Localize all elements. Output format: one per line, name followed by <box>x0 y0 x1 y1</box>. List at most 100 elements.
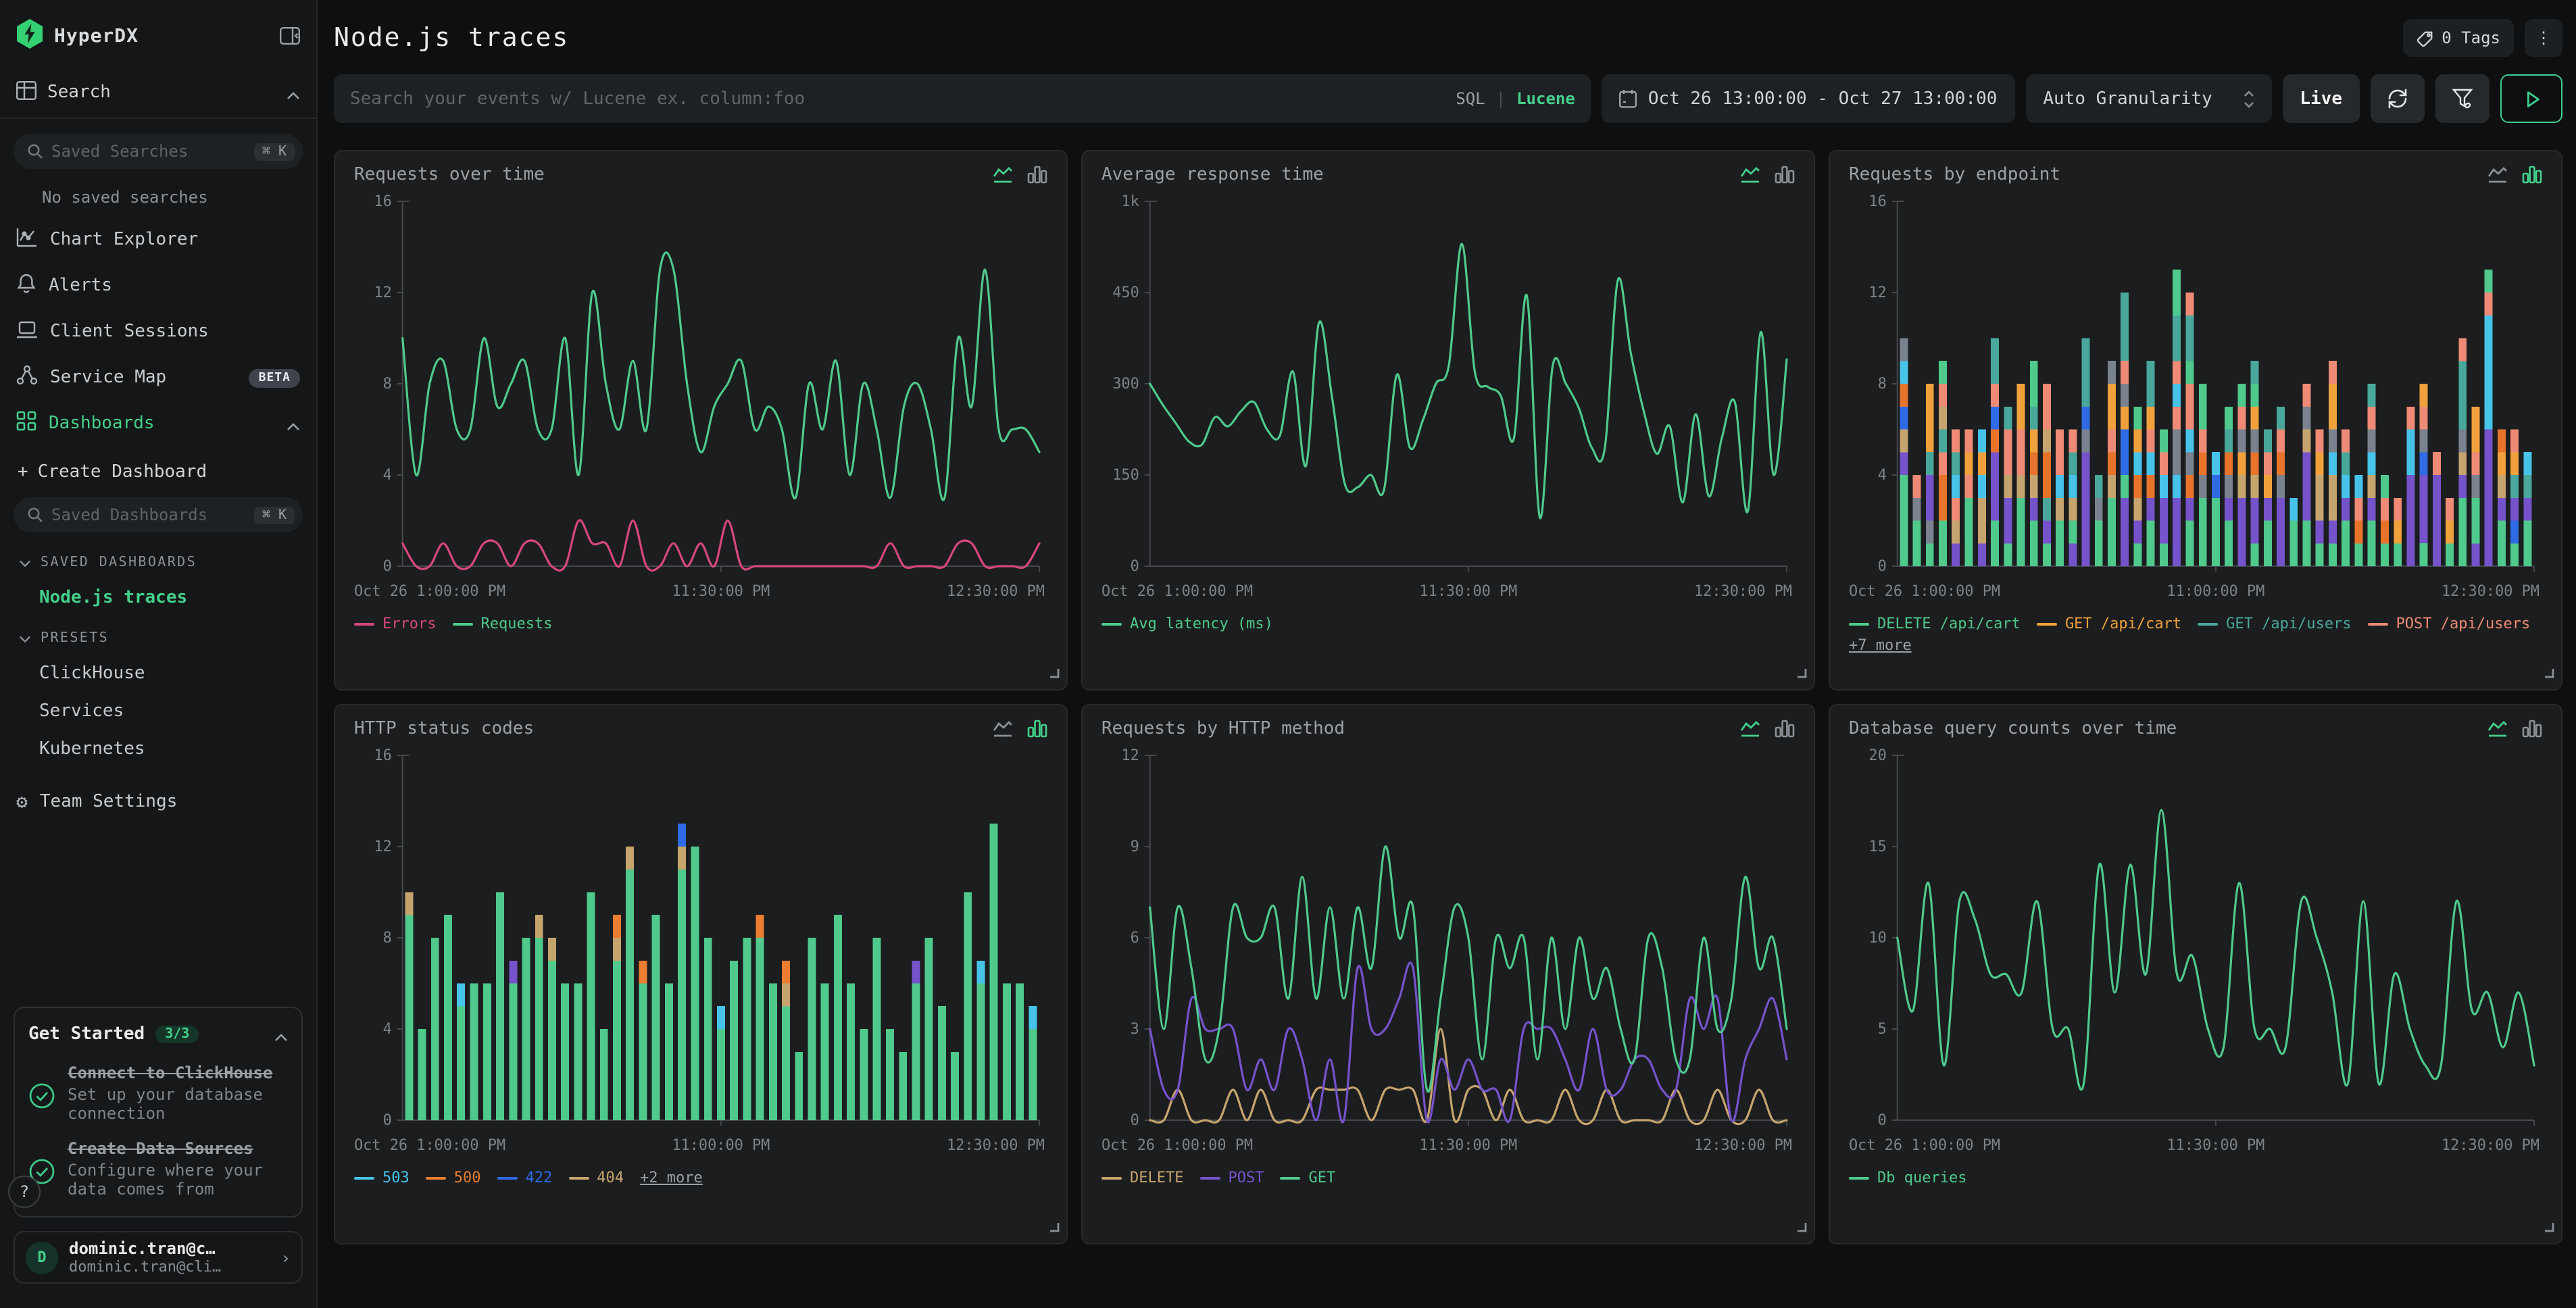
sidebar-item-search[interactable]: Search <box>0 78 316 105</box>
line-view-icon[interactable] <box>992 165 1014 184</box>
line-view-icon[interactable] <box>1739 165 1761 184</box>
preset-link-services[interactable]: Services <box>0 701 316 722</box>
sidebar-item-label: Service Map <box>50 368 237 388</box>
legend-item[interactable]: DELETE /api/cart <box>1849 615 2021 632</box>
sidebar-item-chart-explorer[interactable]: Chart Explorer <box>0 227 316 253</box>
chart-view-toggles <box>992 719 1047 738</box>
legend-item[interactable]: GET <box>1281 1169 1336 1186</box>
line-view-icon[interactable] <box>992 719 1014 738</box>
legend-item[interactable]: POST <box>1200 1169 1264 1186</box>
legend-item[interactable]: Db queries <box>1849 1169 1966 1186</box>
resize-handle[interactable] <box>2544 658 2554 684</box>
preset-link-clickhouse[interactable]: ClickHouse <box>0 663 316 684</box>
no-saved-searches-text: No saved searches <box>42 188 316 207</box>
bar-view-icon[interactable] <box>2522 719 2542 738</box>
chevron-up-icon[interactable] <box>274 1022 288 1047</box>
legend-item[interactable]: 503 <box>354 1169 410 1186</box>
svg-text:12: 12 <box>1121 747 1139 764</box>
legend-item[interactable]: Requests <box>453 615 553 632</box>
line-view-icon[interactable] <box>1739 719 1761 738</box>
get-started-task[interactable]: Create Data Sources Configure where your… <box>28 1140 288 1200</box>
bar-view-icon[interactable] <box>1027 165 1047 184</box>
date-range-picker[interactable]: Oct 26 13:00:00 - Oct 27 13:00:00 <box>1602 74 2015 123</box>
legend-swatch <box>568 1176 589 1179</box>
legend-item[interactable]: 422 <box>497 1169 553 1186</box>
svg-text:11:00:00 PM: 11:00:00 PM <box>2166 583 2264 600</box>
help-button[interactable]: ? <box>8 1176 41 1208</box>
saved-dashboards-section-toggle[interactable]: SAVED DASHBOARDS <box>0 555 316 570</box>
chart-plot: 0481216Oct 26 1:00:00 PM11:30:00 PM12:30… <box>354 191 1047 612</box>
lucene-mode-toggle[interactable]: Lucene <box>1516 89 1575 108</box>
legend-item[interactable]: DELETE <box>1101 1169 1184 1186</box>
bar-view-icon[interactable] <box>1775 165 1795 184</box>
live-button[interactable]: Live <box>2282 74 2360 123</box>
user-name: dominic.tran@c… <box>69 1239 221 1258</box>
svg-text:0: 0 <box>383 558 392 575</box>
legend-item[interactable]: Avg latency (ms) <box>1101 615 1273 632</box>
preset-link-kubernetes[interactable]: Kubernetes <box>0 739 316 759</box>
chart-plot: 05101520Oct 26 1:00:00 PM11:30:00 PM12:3… <box>1849 745 2542 1166</box>
line-view-icon[interactable] <box>2487 719 2508 738</box>
presets-section-toggle[interactable]: PRESETS <box>0 631 316 646</box>
user-menu[interactable]: D dominic.tran@c… dominic.tran@cli… › <box>14 1231 303 1284</box>
sidebar-item-label: Alerts <box>49 276 300 296</box>
sidebar-item-team-settings[interactable]: ⚙ Team Settings <box>0 792 316 812</box>
chart-plot: 0481216Oct 26 1:00:00 PM11:00:00 PM12:30… <box>1849 191 2542 612</box>
chevron-up-icon[interactable] <box>287 411 300 436</box>
filter-button[interactable] <box>2435 74 2490 123</box>
svg-text:Oct 26 1:00:00 PM: Oct 26 1:00:00 PM <box>354 1137 505 1154</box>
chevron-up-icon[interactable] <box>287 79 300 105</box>
granularity-select[interactable]: Auto Granularity <box>2025 74 2271 123</box>
check-circle-icon <box>28 1082 55 1109</box>
svg-text:0: 0 <box>1131 558 1139 575</box>
chart-legend: DELETE /api/cart GET /api/cart GET /api/us… <box>1849 615 2542 654</box>
legend-item[interactable]: GET /api/users <box>2198 615 2351 632</box>
get-started-title: Get Started <box>28 1024 145 1045</box>
sql-mode-toggle[interactable]: SQL <box>1456 89 1485 108</box>
sidebar-item-service-map[interactable]: Service Map BETA <box>0 365 316 391</box>
legend-item[interactable]: 500 <box>426 1169 481 1186</box>
svg-text:11:30:00 PM: 11:30:00 PM <box>1419 583 1517 600</box>
main-content: Node.js traces 0 Tags ⋮ Search your even… <box>318 0 2576 1308</box>
get-started-progress-badge: 3/3 <box>155 1026 199 1043</box>
legend-more-link[interactable]: +7 more <box>1849 636 1912 654</box>
line-view-icon[interactable] <box>2487 165 2508 184</box>
resize-handle[interactable] <box>1796 1212 1807 1238</box>
run-query-button[interactable] <box>2500 74 2562 123</box>
sidebar-item-alerts[interactable]: Alerts <box>0 273 316 299</box>
dashboard-link-nodejs-traces[interactable]: Node.js traces <box>0 588 316 608</box>
chevron-down-icon <box>19 634 31 643</box>
sidebar-item-dashboards[interactable]: Dashboards <box>0 411 316 436</box>
legend-item[interactable]: 404 <box>568 1169 624 1186</box>
legend-item[interactable]: Errors <box>354 615 437 632</box>
tags-button[interactable]: 0 Tags <box>2402 19 2514 57</box>
legend-item[interactable]: GET /api/cart <box>2037 615 2181 632</box>
sidebar-item-client-sessions[interactable]: Client Sessions <box>0 319 316 345</box>
sidebar-item-label: Team Settings <box>40 792 178 812</box>
get-started-task[interactable]: Connect to ClickHouse Set up your databa… <box>28 1063 288 1124</box>
svg-text:16: 16 <box>374 747 391 764</box>
bar-view-icon[interactable] <box>2522 165 2542 184</box>
collapse-sidebar-icon[interactable] <box>280 24 300 49</box>
create-dashboard-button[interactable]: + Create Dashboard <box>0 462 316 482</box>
refresh-button[interactable] <box>2371 74 2425 123</box>
resize-handle[interactable] <box>1049 658 1060 684</box>
legend-swatch <box>1200 1176 1220 1179</box>
saved-searches-input[interactable]: Saved Searches ⌘ K <box>14 134 303 169</box>
task-desc: Configure where your data comes from <box>68 1163 288 1200</box>
chart-title: Requests over time <box>354 165 545 185</box>
live-label: Live <box>2300 89 2342 109</box>
resize-handle[interactable] <box>1796 658 1807 684</box>
resize-handle[interactable] <box>2544 1212 2554 1238</box>
resize-handle[interactable] <box>1049 1212 1060 1238</box>
legend-swatch <box>2037 622 2057 625</box>
bar-view-icon[interactable] <box>1027 719 1047 738</box>
page-menu-button[interactable]: ⋮ <box>2525 19 2562 57</box>
event-search-input[interactable]: Search your events w/ Lucene ex. column:… <box>334 74 1591 123</box>
bar-view-icon[interactable] <box>1775 719 1795 738</box>
legend-label: Errors <box>382 615 437 632</box>
legend-item[interactable]: POST /api/users <box>2368 615 2531 632</box>
laptop-icon <box>16 319 38 345</box>
legend-more-link[interactable]: +2 more <box>640 1169 703 1186</box>
saved-dashboards-input[interactable]: Saved Dashboards ⌘ K <box>14 497 303 532</box>
